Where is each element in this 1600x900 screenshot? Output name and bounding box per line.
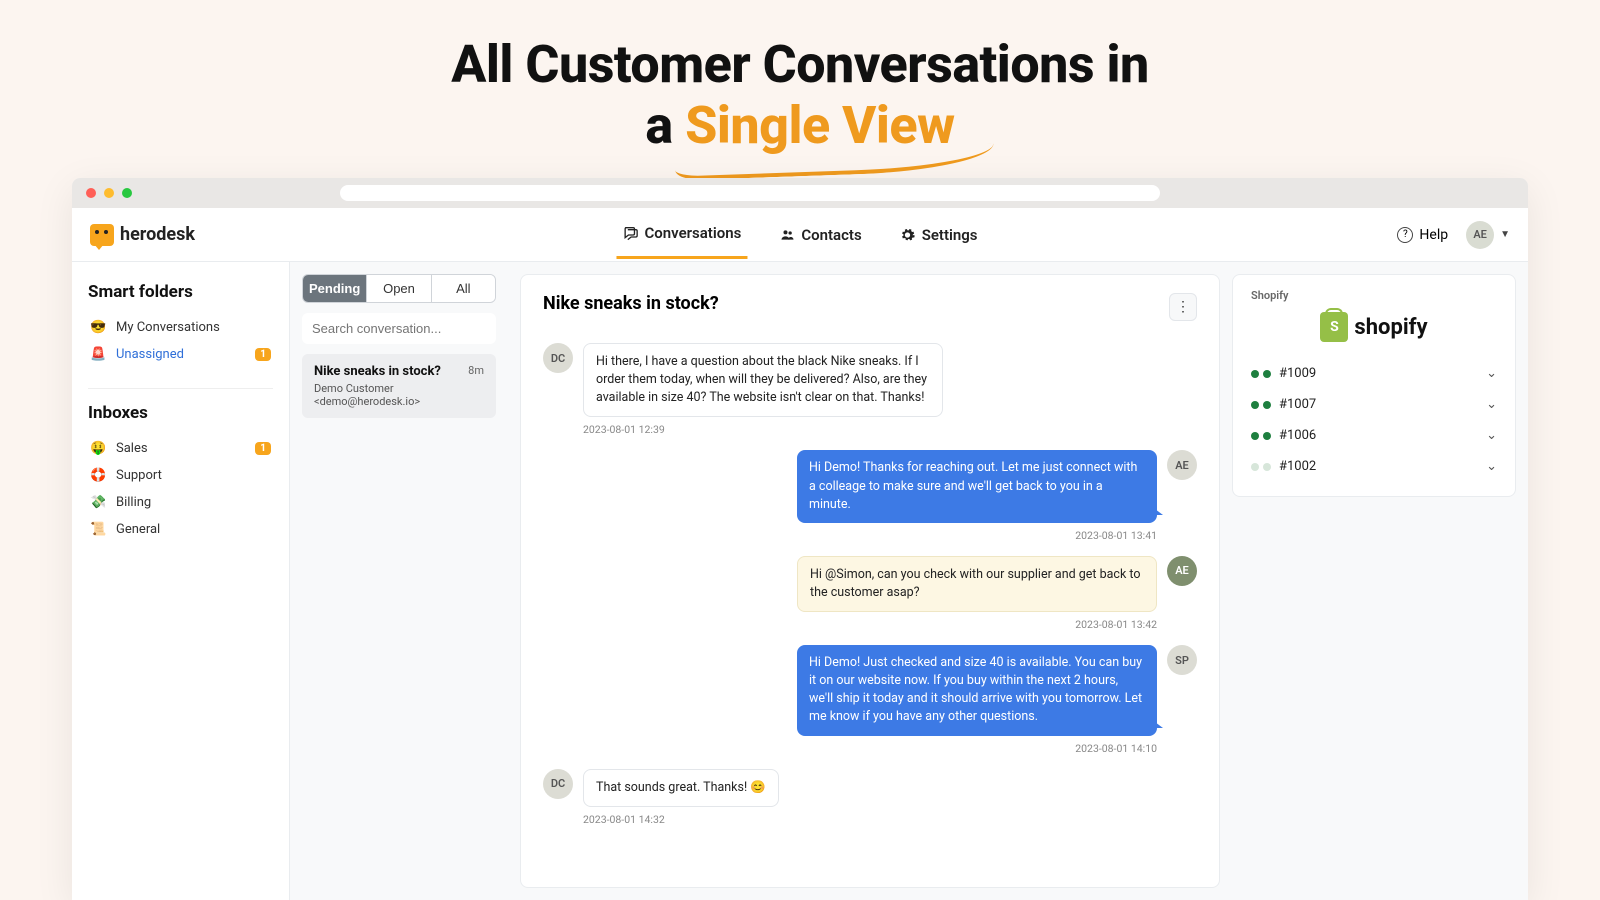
message-timestamp: 2023-08-01 12:39 [583,423,1197,436]
sidebar-item-general[interactable]: 📜 General [88,516,273,543]
search-input[interactable] [302,313,496,344]
conversation-card: Nike sneaks in stock? ⋮ DC Hi there, I h… [520,274,1220,888]
gear-icon [900,227,916,243]
message-internal-note: Hi @Simon, can you check with our suppli… [543,556,1197,612]
sidebar-item-unassigned[interactable]: 🚨 Unassigned 1 [88,341,273,368]
sender-avatar: DC [543,343,573,373]
order-row[interactable]: #1006 ⌄ [1251,420,1497,451]
sender-avatar: DC [543,769,573,799]
message-bubble: Hi Demo! Just checked and size 40 is ava… [797,645,1157,736]
chevron-down-icon: ⌄ [1486,366,1497,381]
sidebar: Smart folders 😎 My Conversations 🚨 Unass… [72,262,290,900]
caret-down-icon: ▼ [1500,229,1510,240]
sidebar-item-billing[interactable]: 💸 Billing [88,489,273,516]
conversation-panel: Nike sneaks in stock? ⋮ DC Hi there, I h… [508,262,1232,900]
brand-name: herodesk [120,224,195,245]
list-item-age: 8m [468,364,484,379]
order-row[interactable]: #1009 ⌄ [1251,358,1497,389]
alert-emoji-icon: 🚨 [90,347,108,362]
chevron-down-icon: ⌄ [1486,459,1497,474]
conversation-list-item[interactable]: Nike sneaks in stock? 8m Demo Customer <… [302,354,496,418]
integrations-panel: Shopify shopify #1009 ⌄ #1007 ⌄ #1006 ⌄ [1232,262,1528,900]
tab-open[interactable]: Open [366,275,430,302]
shopify-card: Shopify shopify #1009 ⌄ #1007 ⌄ #1006 ⌄ [1232,274,1516,497]
message-timestamp: 2023-08-01 14:32 [583,813,1197,826]
status-dots-icon [1251,401,1271,409]
billing-emoji-icon: 💸 [90,495,108,510]
list-item-from: Demo Customer <demo@herodesk.io> [314,382,484,408]
message-timestamp: 2023-08-01 14:10 [543,742,1157,755]
shopify-logo: shopify [1251,312,1497,342]
status-dots-icon [1251,463,1271,471]
help-link[interactable]: ? Help [1397,227,1448,243]
chevron-down-icon: ⌄ [1486,397,1497,412]
nav-settings[interactable]: Settings [894,210,984,259]
message-outgoing: Hi Demo! Just checked and size 40 is ava… [543,645,1197,736]
sender-avatar: SP [1167,645,1197,675]
tab-pending[interactable]: Pending [303,275,366,302]
message-list: DC Hi there, I have a question about the… [543,343,1197,826]
app-window: herodesk Conversations Contacts Settings… [72,178,1528,900]
shopify-bag-icon [1320,312,1348,342]
general-emoji-icon: 📜 [90,522,108,537]
status-dots-icon [1251,370,1271,378]
tab-all[interactable]: All [431,275,495,302]
main-nav: Conversations Contacts Settings [616,210,983,259]
list-item-title: Nike sneaks in stock? [314,364,441,379]
inboxes-title: Inboxes [88,388,273,423]
message-incoming: DC That sounds great. Thanks! 😊 [543,769,1197,807]
sales-count-badge: 1 [255,442,271,455]
chevron-down-icon: ⌄ [1486,428,1497,443]
top-nav: herodesk Conversations Contacts Settings… [72,208,1528,262]
window-close-dot[interactable] [86,188,96,198]
order-row[interactable]: #1002 ⌄ [1251,451,1497,482]
kebab-icon: ⋮ [1176,299,1190,315]
window-min-dot[interactable] [104,188,114,198]
brand-logo[interactable]: herodesk [90,224,195,246]
help-icon: ? [1397,227,1413,243]
sidebar-item-my-conversations[interactable]: 😎 My Conversations [88,314,273,341]
sender-avatar: AE [1167,450,1197,480]
sidebar-item-support[interactable]: 🛟 Support [88,462,273,489]
message-incoming: DC Hi there, I have a question about the… [543,343,1197,417]
chat-icon [622,225,638,241]
hero-headline: All Customer Conversations in a Single V… [0,0,1600,157]
order-row[interactable]: #1007 ⌄ [1251,389,1497,420]
nav-contacts[interactable]: Contacts [773,210,867,259]
nav-right: ? Help AE ▼ [1397,221,1510,249]
money-emoji-icon: 🤑 [90,441,108,456]
hero-accent: Single View [685,95,954,156]
conversation-list: Pending Open All Nike sneaks in stock? 8… [290,262,508,900]
message-outgoing: Hi Demo! Thanks for reaching out. Let me… [543,450,1197,522]
message-bubble: Hi @Simon, can you check with our suppli… [797,556,1157,612]
nav-conversations[interactable]: Conversations [616,210,747,259]
shopify-section-label: Shopify [1251,289,1497,302]
sidebar-item-sales[interactable]: 🤑 Sales 1 [88,435,273,462]
conversation-title: Nike sneaks in stock? [543,293,719,314]
browser-chrome [72,178,1528,208]
url-bar[interactable] [340,185,1160,201]
status-tabs: Pending Open All [302,274,496,303]
message-timestamp: 2023-08-01 13:41 [543,529,1157,542]
people-icon [779,227,795,243]
smart-folders-title: Smart folders [88,282,273,302]
hero-line2: a Single View [0,95,1600,156]
lifebuoy-emoji-icon: 🛟 [90,468,108,483]
hero-line1: All Customer Conversations in [0,34,1600,95]
sender-avatar: AE [1167,556,1197,586]
brand-mark-icon [90,224,114,246]
message-timestamp: 2023-08-01 13:42 [543,618,1157,631]
message-bubble: That sounds great. Thanks! 😊 [583,769,779,807]
unassigned-count-badge: 1 [255,348,271,361]
user-avatar: AE [1466,221,1494,249]
sunglasses-emoji-icon: 😎 [90,320,108,335]
account-menu[interactable]: AE ▼ [1466,221,1510,249]
workspace: Smart folders 😎 My Conversations 🚨 Unass… [72,262,1528,900]
window-max-dot[interactable] [122,188,132,198]
status-dots-icon [1251,432,1271,440]
message-bubble: Hi Demo! Thanks for reaching out. Let me… [797,450,1157,522]
message-bubble: Hi there, I have a question about the bl… [583,343,943,417]
conversation-menu-button[interactable]: ⋮ [1169,293,1197,321]
